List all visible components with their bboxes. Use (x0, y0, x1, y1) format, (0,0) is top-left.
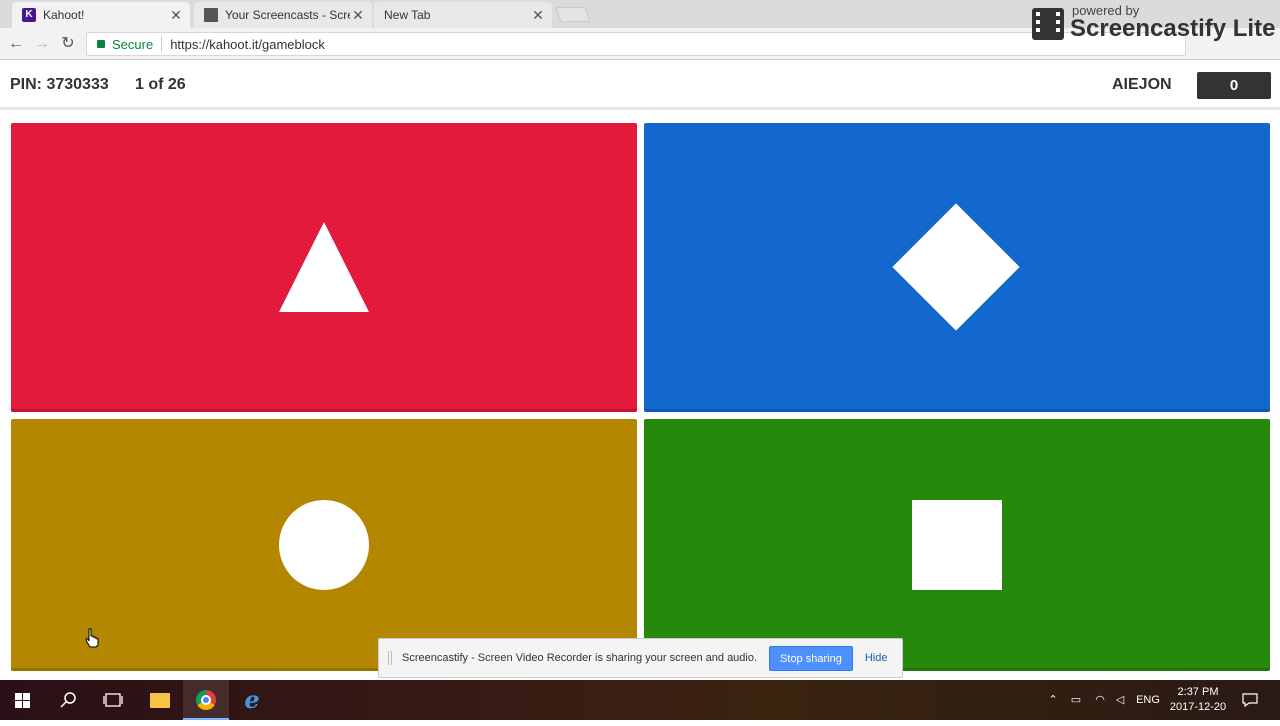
tab-label: Your Screencasts - Scree (225, 8, 350, 22)
file-explorer-icon[interactable] (137, 680, 183, 720)
answer-button-square[interactable] (644, 419, 1270, 671)
search-icon[interactable] (46, 680, 92, 720)
screencastify-watermark: powered by Screencastify Lite (1030, 2, 1280, 46)
hide-button[interactable]: Hide (865, 652, 888, 664)
screencastify-favicon-icon (204, 8, 218, 22)
tab-close-icon[interactable]: ✕ (350, 7, 366, 24)
notification-icon[interactable] (1238, 680, 1262, 720)
volume-icon[interactable]: ◁ (1110, 680, 1130, 720)
windows-logo-icon (15, 693, 30, 708)
diamond-icon (892, 203, 1020, 331)
tab-your-screencasts[interactable]: Your Screencasts - Scree ✕ (194, 2, 372, 28)
square-icon (912, 500, 1002, 590)
chrome-icon[interactable] (183, 680, 229, 720)
hand-cursor-icon (85, 628, 99, 648)
tab-close-icon[interactable]: ✕ (530, 7, 546, 24)
reload-icon[interactable]: ↻ (58, 34, 78, 54)
start-button[interactable] (0, 680, 46, 720)
chevron-up-icon[interactable]: ⌃ (1044, 680, 1062, 720)
answer-button-diamond[interactable] (644, 123, 1270, 412)
answer-button-triangle[interactable] (11, 123, 637, 412)
tab-label: Kahoot! (43, 8, 85, 22)
battery-icon[interactable]: ▭ (1066, 680, 1086, 720)
address-bar[interactable]: Secure https://kahoot.it/gameblock (86, 32, 1186, 56)
circle-icon (279, 500, 369, 590)
screen-sharing-bar: Screencastify - Screen Video Recorder is… (378, 638, 903, 678)
url-text: https://kahoot.it/gameblock (170, 36, 325, 52)
wifi-icon[interactable]: ◠ (1090, 680, 1110, 720)
game-pin: PIN: 3730333 (10, 76, 109, 93)
language-indicator[interactable]: ENG (1134, 680, 1162, 720)
stop-sharing-button[interactable]: Stop sharing (769, 645, 853, 671)
divider (161, 36, 163, 52)
task-view-icon[interactable] (90, 680, 136, 720)
tab-kahoot[interactable]: K Kahoot! ✕ (12, 2, 190, 28)
clock-date: 2017-12-20 (1169, 701, 1227, 713)
tab-close-icon[interactable]: ✕ (168, 7, 184, 24)
watermark-name: Screencastify Lite (1070, 15, 1276, 42)
triangle-icon (279, 222, 369, 312)
answer-button-circle[interactable] (11, 419, 637, 671)
game-header: PIN: 3730333 1 of 26 AIEJON 0 (0, 60, 1280, 110)
tab-new-tab[interactable]: New Tab ✕ (374, 2, 552, 28)
windows-taskbar: e ⌃ ▭ ◠ ◁ ENG 2:37 PM 2017-12-20 (0, 680, 1280, 720)
lock-icon (97, 40, 105, 48)
internet-explorer-icon[interactable]: e (229, 680, 275, 720)
player-nickname: AIEJON (1112, 76, 1172, 93)
system-clock[interactable]: 2:37 PM 2017-12-20 (1166, 685, 1230, 715)
film-strip-icon (1032, 8, 1064, 40)
secure-label: Secure (112, 36, 154, 52)
drag-handle-icon[interactable] (388, 651, 392, 665)
new-tab-button[interactable] (555, 7, 591, 22)
back-arrow-icon[interactable]: ← (6, 34, 26, 54)
kahoot-favicon-icon: K (22, 8, 36, 22)
player-score: 0 (1197, 72, 1271, 99)
question-counter: 1 of 26 (135, 76, 186, 93)
tab-label: New Tab (384, 8, 431, 22)
sharing-message: Screencastify - Screen Video Recorder is… (402, 652, 758, 664)
forward-arrow-icon[interactable]: → (32, 34, 52, 54)
clock-time: 2:37 PM (1177, 686, 1219, 698)
